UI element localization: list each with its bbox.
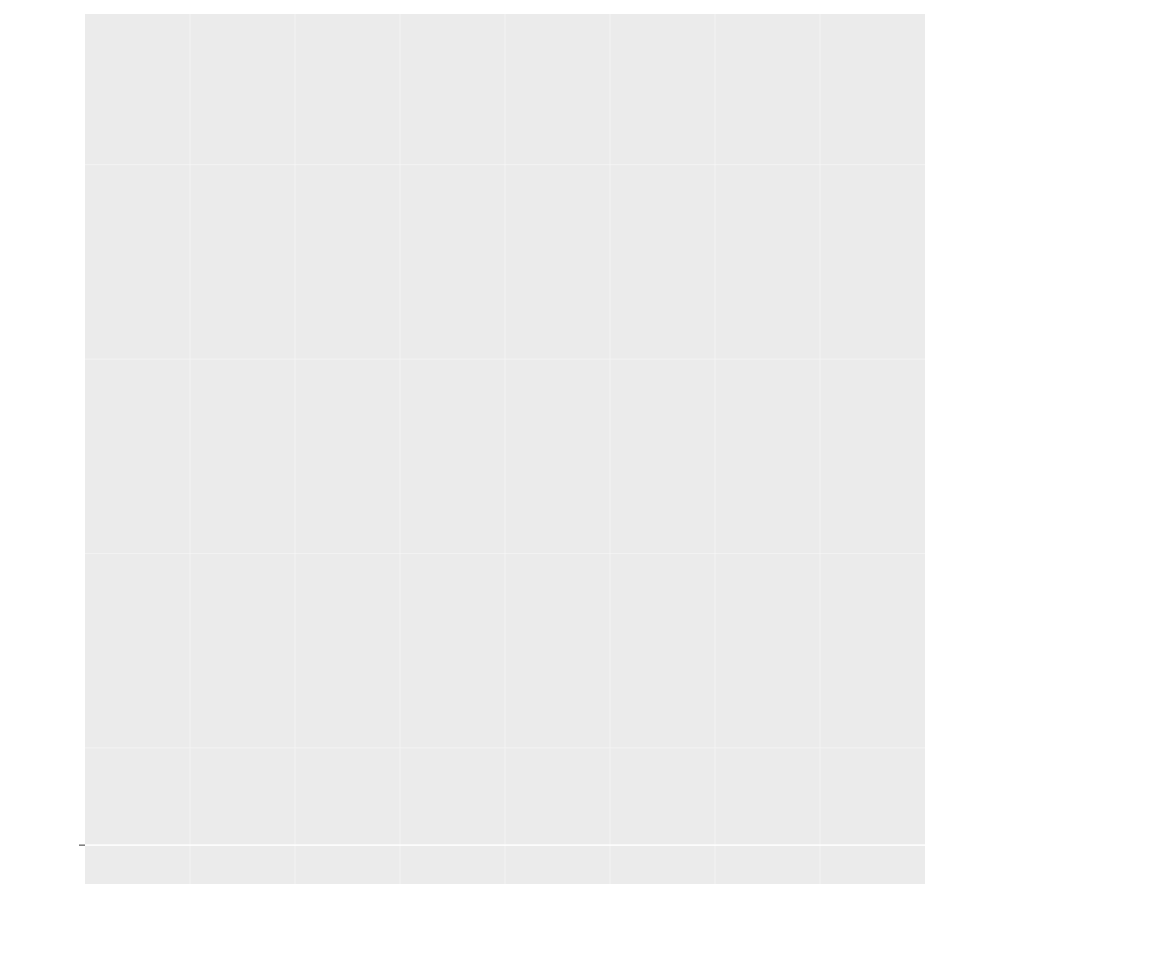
coefficient-plot [0,0,1152,960]
